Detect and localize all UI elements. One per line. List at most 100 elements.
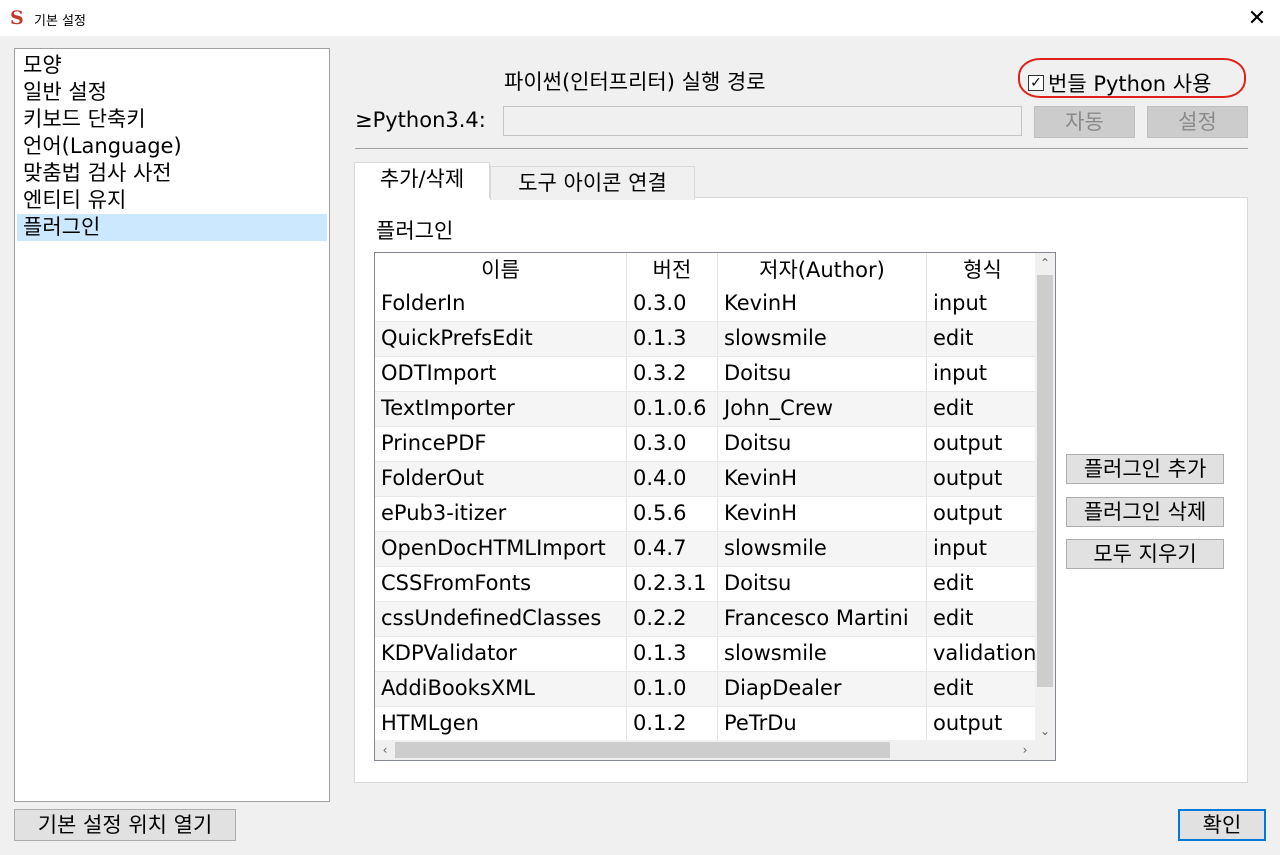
plugin-name-cell: cssUndefinedClasses — [375, 602, 627, 637]
table-row[interactable]: TextImporter 0.1.0.6 John_Crew edit — [375, 392, 1039, 427]
horizontal-scroll-thumb[interactable] — [395, 742, 890, 758]
sidebar-item-appearance[interactable]: 모양 — [15, 52, 329, 79]
tab-add-remove[interactable]: 추가/삭제 — [354, 162, 490, 198]
plugin-author-cell: DiapDealer — [718, 672, 927, 707]
python-path-heading: 파이썬(인터프리터) 실행 경로 — [504, 70, 766, 94]
plugin-author-cell: Doitsu — [718, 357, 927, 392]
plugin-version-cell: 0.4.0 — [627, 462, 718, 497]
plugin-name-cell: OpenDocHTMLImport — [375, 532, 627, 567]
plugin-type-cell: edit — [927, 602, 1039, 637]
remove-plugin-button[interactable]: 플러그인 삭제 — [1066, 497, 1224, 527]
app-logo-icon: S — [10, 7, 24, 29]
sidebar-item-general[interactable]: 일반 설정 — [15, 79, 329, 106]
section-divider — [355, 148, 1248, 149]
plugin-type-cell: output — [927, 707, 1039, 742]
plugin-version-cell: 0.5.6 — [627, 497, 718, 532]
checkbox-checked-icon[interactable]: ✓ — [1028, 75, 1044, 91]
table-row[interactable]: CSSFromFonts 0.2.3.1 Doitsu edit — [375, 567, 1039, 602]
table-row[interactable]: AddiBooksXML 0.1.0 DiapDealer edit — [375, 672, 1039, 707]
plugin-author-cell: Doitsu — [718, 427, 927, 462]
plugin-type-cell: output — [927, 497, 1039, 532]
plugins-section-label: 플러그인 — [376, 219, 454, 243]
title-bar: S 기본 설정 ✕ — [0, 0, 1280, 36]
sidebar-item-preserve-entities[interactable]: 엔티티 유지 — [15, 187, 329, 214]
plugin-version-cell: 0.1.0.6 — [627, 392, 718, 427]
plugin-version-cell: 0.3.2 — [627, 357, 718, 392]
plugin-version-cell: 0.3.0 — [627, 287, 718, 322]
scroll-up-icon[interactable]: ⌃ — [1035, 253, 1055, 273]
plugin-name-cell: ODTImport — [375, 357, 627, 392]
table-row[interactable]: KDPValidator 0.1.3 slowsmile validation — [375, 637, 1039, 672]
sidebar-item-plugins[interactable]: 플러그인 — [17, 214, 327, 241]
plugin-version-cell: 0.2.2 — [627, 602, 718, 637]
table-row[interactable]: QuickPrefsEdit 0.1.3 slowsmile edit — [375, 322, 1039, 357]
plugin-version-cell: 0.3.0 — [627, 427, 718, 462]
plugin-author-cell: PeTrDu — [718, 707, 927, 742]
plugin-name-cell: FolderOut — [375, 462, 627, 497]
plugin-version-cell: 0.2.3.1 — [627, 567, 718, 602]
table-row[interactable]: HTMLgen 0.1.2 PeTrDu output — [375, 707, 1039, 742]
table-header: 이름 버전 저자(Author) 형식 — [375, 253, 1039, 287]
plugin-type-cell: input — [927, 287, 1039, 322]
plugin-name-cell: FolderIn — [375, 287, 627, 322]
horizontal-scrollbar[interactable]: ‹ › — [375, 740, 1055, 760]
sidebar-item-language[interactable]: 언어(Language) — [15, 133, 329, 160]
vertical-scroll-thumb[interactable] — [1037, 275, 1053, 687]
column-header-name[interactable]: 이름 — [375, 253, 627, 287]
plugin-author-cell: slowsmile — [718, 532, 927, 567]
column-header-author[interactable]: 저자(Author) — [718, 253, 927, 287]
column-header-version[interactable]: 버전 — [627, 253, 718, 287]
auto-detect-button[interactable]: 자동 — [1034, 106, 1135, 138]
plugin-type-cell: edit — [927, 567, 1039, 602]
sidebar-item-spellcheck-dictionaries[interactable]: 맞춤법 검사 사전 — [15, 160, 329, 187]
plugin-type-cell: edit — [927, 392, 1039, 427]
plugin-version-cell: 0.4.7 — [627, 532, 718, 567]
plugin-author-cell: KevinH — [718, 462, 927, 497]
use-bundled-python-checkbox[interactable]: ✓ 번들 Python 사용 — [1028, 68, 1211, 98]
table-row[interactable]: cssUndefinedClasses 0.2.2 Francesco Martin… — [375, 602, 1039, 637]
plugin-author-cell: KevinH — [718, 497, 927, 532]
plugin-author-cell: John_Crew — [718, 392, 927, 427]
tab-tool-icon-link[interactable]: 도구 아이콘 연결 — [490, 166, 695, 200]
open-preferences-location-button[interactable]: 기본 설정 위치 열기 — [14, 809, 236, 841]
sidebar-item-keyboard-shortcuts[interactable]: 키보드 단축키 — [15, 106, 329, 133]
plugin-author-cell: KevinH — [718, 287, 927, 322]
table-row[interactable]: FolderIn 0.3.0 KevinH input — [375, 287, 1039, 322]
table-row[interactable]: ePub3-itizer 0.5.6 KevinH output — [375, 497, 1039, 532]
ok-button[interactable]: 확인 — [1178, 809, 1266, 841]
use-bundled-python-label: 번들 Python 사용 — [1048, 72, 1212, 96]
scroll-right-icon[interactable]: › — [1015, 740, 1035, 760]
plugin-version-cell: 0.1.0 — [627, 672, 718, 707]
plugin-author-cell: slowsmile — [718, 322, 927, 357]
table-row[interactable]: ODTImport 0.3.2 Doitsu input — [375, 357, 1039, 392]
python-path-input[interactable] — [503, 106, 1022, 136]
clear-all-button[interactable]: 모두 지우기 — [1066, 539, 1224, 569]
plugin-author-cell: Doitsu — [718, 567, 927, 602]
table-row[interactable]: OpenDocHTMLImport 0.4.7 slowsmile input — [375, 532, 1039, 567]
scroll-down-icon[interactable]: ⌄ — [1035, 721, 1055, 741]
preferences-category-list[interactable]: 모양 일반 설정 키보드 단축키 언어(Language) 맞춤법 검사 사전 … — [14, 48, 330, 802]
plugin-name-cell: AddiBooksXML — [375, 672, 627, 707]
plugin-version-cell: 0.1.2 — [627, 707, 718, 742]
vertical-scrollbar[interactable]: ⌃ ⌄ — [1035, 253, 1055, 741]
add-plugin-button[interactable]: 플러그인 추가 — [1066, 454, 1224, 484]
plugin-name-cell: KDPValidator — [375, 637, 627, 672]
plugin-version-cell: 0.1.3 — [627, 637, 718, 672]
table-row[interactable]: PrincePDF 0.3.0 Doitsu output — [375, 427, 1039, 462]
table-row[interactable]: FolderOut 0.4.0 KevinH output — [375, 462, 1039, 497]
plugin-name-cell: PrincePDF — [375, 427, 627, 462]
window-title: 기본 설정 — [34, 14, 86, 29]
plugin-name-cell: ePub3-itizer — [375, 497, 627, 532]
plugin-table[interactable]: 이름 버전 저자(Author) 형식 FolderIn 0.3.0 KevinH i… — [374, 252, 1056, 761]
column-header-type[interactable]: 형식 — [927, 253, 1039, 287]
plugin-name-cell: QuickPrefsEdit — [375, 322, 627, 357]
plugin-type-cell: input — [927, 532, 1039, 567]
plugin-type-cell: validation — [927, 637, 1039, 672]
plugin-type-cell: output — [927, 462, 1039, 497]
scroll-left-icon[interactable]: ‹ — [375, 740, 395, 760]
close-icon[interactable]: ✕ — [1234, 0, 1280, 36]
plugin-type-cell: edit — [927, 322, 1039, 357]
plugin-version-cell: 0.1.3 — [627, 322, 718, 357]
set-path-button[interactable]: 설정 — [1147, 106, 1248, 138]
plugin-type-cell: output — [927, 427, 1039, 462]
